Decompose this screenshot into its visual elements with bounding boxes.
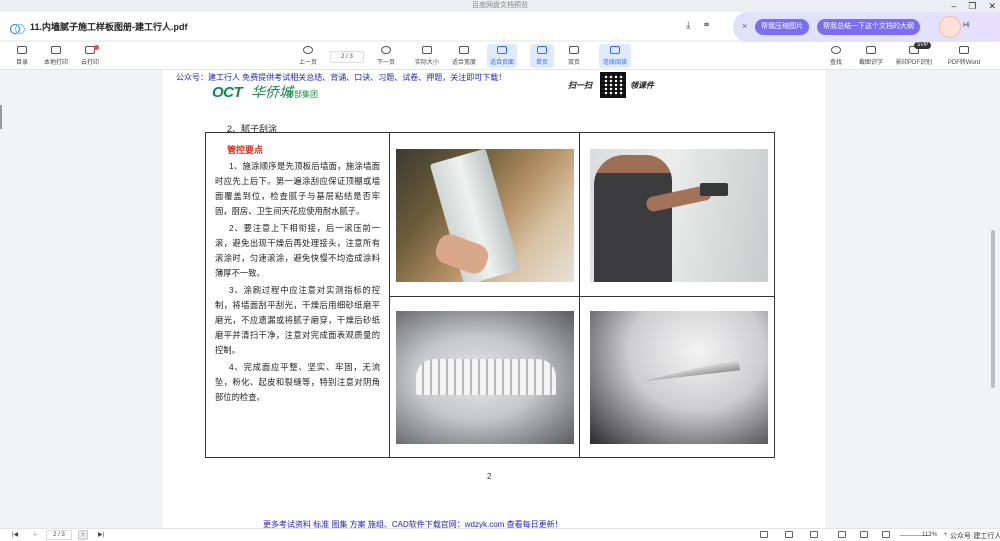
last-page-icon[interactable]: ▶| xyxy=(98,531,104,540)
scraper-shape xyxy=(700,183,728,196)
page-footer-notice: 更多考试资料 标准 图集 方案 施组、CAD软件下载官网：wdzyk.com 查… xyxy=(263,520,563,528)
double-page-button[interactable]: 双页 xyxy=(563,44,585,68)
right-side-panel xyxy=(825,70,1000,528)
pdf-to-word-button[interactable]: PDF转Word xyxy=(944,44,984,68)
status-page-indicator[interactable]: 2 / 3 xyxy=(46,530,72,540)
prev-page-icon[interactable]: ‹ xyxy=(34,531,36,540)
zoom-in-icon[interactable]: + xyxy=(944,531,948,540)
control-points-cell: 管控要点 1、施涂顺序是先顶板后墙面，施涂墙面时应先上后下。第一遍涂刮应保证顶棚… xyxy=(206,133,390,457)
view-mode-icon-4[interactable] xyxy=(838,531,846,538)
first-page-icon[interactable]: |◀ xyxy=(12,531,18,540)
screenshot-ocr-button[interactable]: 截图识字 xyxy=(856,44,886,68)
photo-trowel-corner xyxy=(396,149,574,282)
page-number-input[interactable]: 2 / 3 xyxy=(330,51,364,63)
control-points-heading: 管控要点 xyxy=(227,145,264,155)
status-bar: |◀ ‹ 2 / 3 › ▶| 113% + xyxy=(0,528,1000,541)
fit-page-icon xyxy=(497,46,507,54)
content-table: 管控要点 1、施涂顺序是先顶板后墙面，施涂墙面时应先上后下。第一遍涂刮应保证顶棚… xyxy=(205,132,775,458)
control-point-2: 2、要注意上下相衔接，后一滚压前一滚，避免出现干燥后再处理接头，注意所有滚涂时，… xyxy=(215,223,380,278)
fit-width-button[interactable]: 适合宽度 xyxy=(450,44,478,68)
control-point-1: 1、施涂顺序是先顶板后墙面，施涂墙面时应先上后下。第一遍涂刮应保证顶棚或墙面覆盖… xyxy=(215,161,380,216)
share-icon[interactable]: ⚭ xyxy=(702,20,710,31)
document-tab[interactable]: 11.内墙腻子施工样板图册-建工行人.pdf xyxy=(10,20,188,34)
company-group-name: 中部集团 xyxy=(286,90,318,99)
ai-suggestion-summarize-outline[interactable]: 帮我总结一下这个文档的大纲 xyxy=(817,19,920,35)
left-side-panel xyxy=(0,70,163,528)
continuous-reading-button[interactable]: 连续阅读 xyxy=(599,44,631,68)
control-point-4: 4、完成面应平整、坚实、牢固，无流坠，粉化、起皮和裂缝等，特别注意对阴角部位的检… xyxy=(215,362,380,402)
document-title: 11.内墙腻子施工样板图册-建工行人.pdf xyxy=(30,22,188,32)
word-convert-icon xyxy=(959,46,969,54)
search-icon xyxy=(831,46,841,54)
close-window-button[interactable]: ✕ xyxy=(988,0,996,12)
photo-corner-tool xyxy=(396,311,574,444)
maximize-button[interactable]: ❐ xyxy=(968,0,976,12)
oct-logo: OCT xyxy=(212,84,243,101)
view-mode-icon-6[interactable] xyxy=(882,531,890,538)
scan-label: 扫一扫 xyxy=(568,80,592,90)
minimize-button[interactable]: – xyxy=(951,0,956,12)
local-print-button[interactable]: 本地打印 xyxy=(42,44,70,68)
view-mode-icon-2[interactable] xyxy=(785,531,793,538)
single-page-icon xyxy=(537,46,547,54)
search-button[interactable]: 查找 xyxy=(826,44,846,68)
screenshot-icon xyxy=(866,46,876,54)
ai-assistant-panel: × 帮我压缩图片 帮我总结一下这个文档的大纲 Hi xyxy=(733,12,1000,42)
courseware-label: 领课件 xyxy=(630,80,654,90)
actual-size-icon xyxy=(422,46,432,54)
control-point-3: 3、涂刷过程中应注意对实测指标的控制，将墙面刮平刮光，干燥后用细砂纸磨平磨光，不… xyxy=(215,285,380,355)
ai-greeting: Hi xyxy=(963,22,970,29)
window-title: 百度网盘文档预览 xyxy=(472,2,528,9)
window-title-bar: 百度网盘文档预览 – ❐ ✕ xyxy=(0,0,1000,12)
photo-corner-bead xyxy=(590,311,768,444)
corner-bead-shape xyxy=(640,358,741,387)
ai-panel-close-icon[interactable]: × xyxy=(742,21,747,31)
baidu-cloud-icon xyxy=(10,22,25,34)
sidebar-toggle-handle[interactable] xyxy=(0,105,2,129)
view-mode-icon-5[interactable] xyxy=(860,531,868,538)
outline-button[interactable]: 目录 xyxy=(12,44,32,68)
page-number: 2 xyxy=(487,472,492,481)
prev-page-button[interactable]: 上一页 xyxy=(296,44,320,68)
svip-badge: SVIP xyxy=(914,42,932,49)
next-page-button[interactable]: 下一页 xyxy=(374,44,398,68)
qr-code-icon xyxy=(600,72,626,98)
table-divider-vertical xyxy=(579,133,580,457)
watermark: 公众号·建工行人 xyxy=(950,533,1000,540)
fit-page-button[interactable]: 适合页面 xyxy=(487,44,517,68)
single-page-button[interactable]: 单页 xyxy=(530,44,554,68)
fit-width-icon xyxy=(459,46,469,54)
view-mode-icon-1[interactable] xyxy=(760,531,768,538)
worker-shape xyxy=(594,155,672,282)
ai-assistant-avatar[interactable] xyxy=(939,16,961,38)
page-header-notice: 公众号：建工行人 免费提供考试相关总结、背诵、口诀、习题、试卷、押题，关注即可下… xyxy=(176,73,507,82)
double-page-icon xyxy=(569,46,579,54)
scrollbar-thumb[interactable] xyxy=(991,230,995,388)
arrow-up-icon xyxy=(303,46,313,54)
tab-actions: ⤓ ⚭ xyxy=(686,20,711,31)
view-mode-icon-3[interactable] xyxy=(810,531,818,538)
photo-worker-scraping-wall xyxy=(590,149,768,282)
actual-size-button[interactable]: 实际大小 xyxy=(413,44,441,68)
next-page-icon[interactable]: › xyxy=(78,530,88,540)
table-divider-horizontal xyxy=(390,296,774,297)
window-controls: – ❐ ✕ xyxy=(951,0,996,12)
ai-suggestion-compress-image[interactable]: 帮我压缩图片 xyxy=(755,19,809,35)
continuous-reading-icon xyxy=(610,46,620,54)
printer-icon xyxy=(51,46,61,54)
pdf-page: 公众号：建工行人 免费提供考试相关总结、背诵、口诀、习题、试卷、押题，关注即可下… xyxy=(163,70,825,528)
cloud-print-notification-dot xyxy=(94,45,99,50)
outline-icon xyxy=(17,46,27,54)
corner-tool-shape xyxy=(416,359,556,395)
download-icon[interactable]: ⤓ xyxy=(686,20,690,31)
arrow-down-icon xyxy=(381,46,391,54)
zoom-level: 113% xyxy=(922,532,937,538)
reader-toolbar: 目录 本地打印 云打印 上一页 2 / 3 下一页 实际大小 适合宽度 适合页面… xyxy=(0,42,1000,70)
